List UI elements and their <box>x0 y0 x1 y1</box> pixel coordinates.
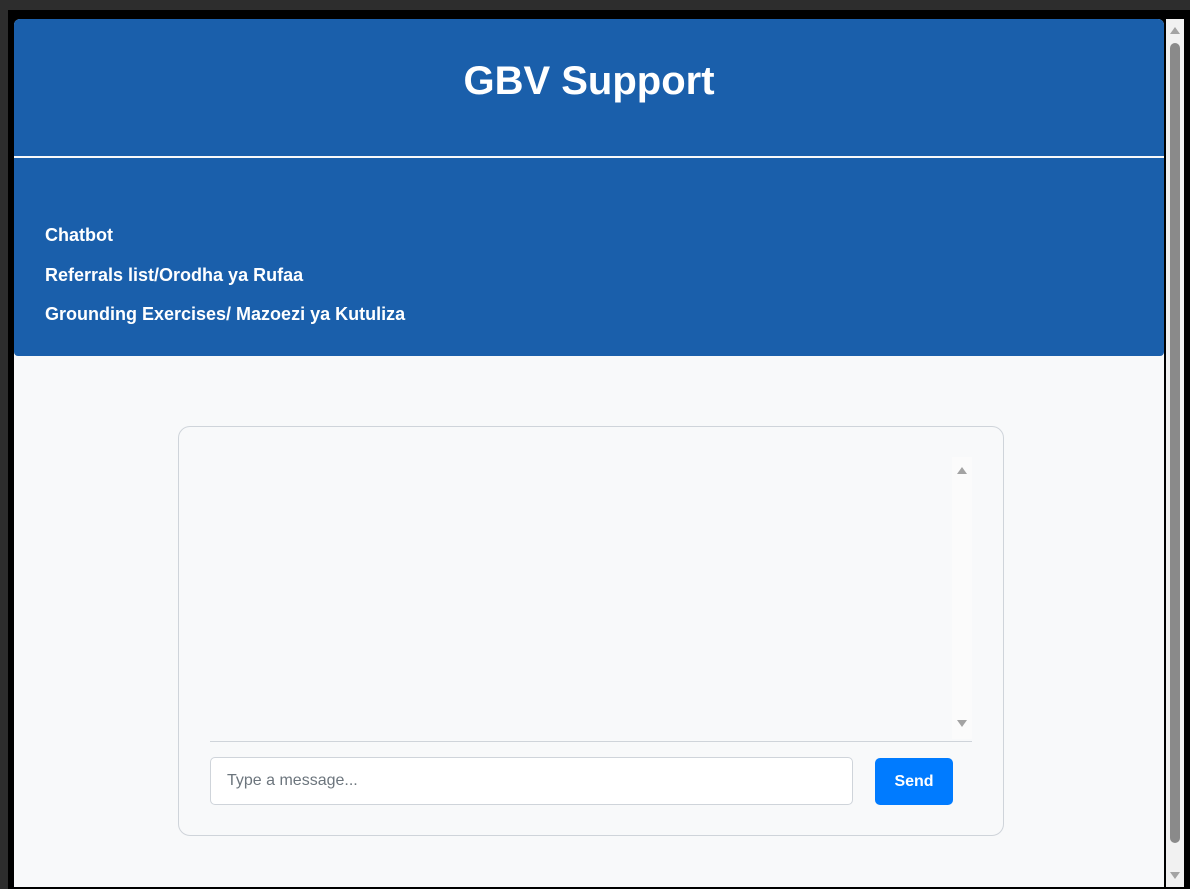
navigation-menu: Chatbot Referrals list/Orodha ya Rufaa G… <box>14 158 1164 356</box>
chat-messages-area[interactable] <box>210 453 972 742</box>
chevron-down-icon[interactable] <box>1170 872 1180 879</box>
nav-item-chatbot[interactable]: Chatbot <box>45 225 113 246</box>
chevron-down-icon[interactable] <box>957 720 967 727</box>
site-header: GBV Support <box>14 19 1164 156</box>
page-title: GBV Support <box>463 59 715 103</box>
send-button[interactable]: Send <box>875 758 953 805</box>
page-scrollbar[interactable] <box>1166 19 1184 887</box>
scrollbar-thumb[interactable] <box>1170 43 1180 843</box>
chevron-up-icon[interactable] <box>1170 27 1180 34</box>
message-input[interactable] <box>210 757 853 805</box>
chat-container: Send <box>178 426 1004 836</box>
nav-item-referrals-list[interactable]: Referrals list/Orodha ya Rufaa <box>45 265 303 286</box>
browser-window: GBV Support Chatbot Referrals list/Orodh… <box>8 10 1190 889</box>
messages-scrollbar[interactable] <box>952 457 972 739</box>
nav-item-grounding-exercises[interactable]: Grounding Exercises/ Mazoezi ya Kutuliza <box>45 304 405 325</box>
page-content: GBV Support Chatbot Referrals list/Orodh… <box>14 19 1164 887</box>
chevron-up-icon[interactable] <box>957 467 967 474</box>
